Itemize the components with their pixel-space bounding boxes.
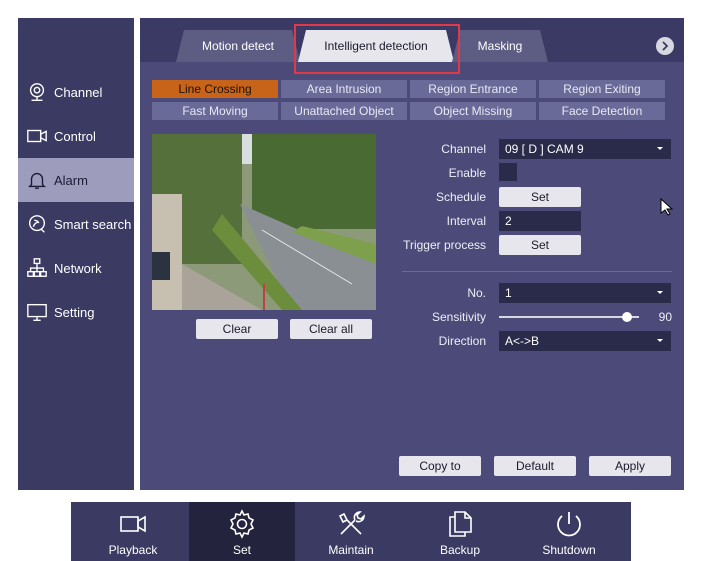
bell-icon [26,169,48,191]
next-tab-button[interactable] [656,37,674,55]
camera-preview[interactable] [152,134,376,310]
subtab-area-intrusion[interactable]: Area Intrusion [281,80,407,98]
dock-item-label: Set [232,543,251,557]
mouse-cursor-icon [660,198,674,216]
schedule-set-button[interactable]: Set [499,187,581,207]
caret-down-icon [657,339,663,342]
direction-label: Direction [438,334,486,348]
direction-select[interactable]: A<->B [499,331,671,351]
caret-down-icon [657,147,663,150]
sidebar-item-control[interactable]: Control [18,114,134,158]
gear-icon [226,508,258,540]
settings-panel: Motion detect Intelligent detection Mask… [140,18,684,490]
subtab-fast-moving[interactable]: Fast Moving [152,102,278,120]
sidebar-item-label: Smart search [54,216,132,232]
enable-label: Enable [448,166,486,180]
tab-motion-detect[interactable]: Motion detect [176,30,300,62]
tools-icon [335,508,367,540]
clear-all-button[interactable]: Clear all [290,319,372,339]
sensitivity-slider-thumb[interactable] [622,312,632,322]
sensitivity-slider-track[interactable] [499,316,639,318]
trigger-process-label: Trigger process [403,238,486,252]
dock-item-set[interactable]: Set [189,502,295,561]
sidebar-item-setting[interactable]: Setting [18,290,134,334]
sidebar-item-channel[interactable]: Channel [18,70,134,114]
channel-label: Channel [441,142,486,156]
dock-item-label: Backup [439,543,481,557]
subtab-region-exiting[interactable]: Region Exiting [539,80,665,98]
dock-item-label: Shutdown [542,543,596,557]
subtab-region-entrance[interactable]: Region Entrance [410,80,536,98]
tab-masking[interactable]: Masking [452,30,548,62]
copy-icon [444,508,476,540]
power-icon [553,508,585,540]
bottom-dock: Playback Set Maintain Backup Shutdown [71,502,631,561]
channel-select[interactable]: 09 [ D ] CAM 9 [499,139,671,159]
clear-button[interactable]: Clear [196,319,278,339]
dock-item-backup[interactable]: Backup [407,502,513,561]
sidebar-item-label: Alarm [54,172,88,188]
caret-down-icon [657,291,663,294]
monitor-icon [26,301,48,323]
tab-intelligent-detection[interactable]: Intelligent detection [298,30,454,62]
camera-icon [26,81,48,103]
sidebar-item-label: Setting [54,304,95,320]
sidebar: Channel Control Alarm Smart search Netwo… [18,18,134,490]
enable-checkbox[interactable] [499,163,517,181]
network-icon [26,257,48,279]
sensitivity-label: Sensitivity [431,310,486,324]
dock-item-playback[interactable]: Playback [80,502,186,561]
channel-value: 09 [ D ] CAM 9 [505,142,584,156]
schedule-label: Schedule [435,190,486,204]
sidebar-item-smart-search[interactable]: Smart search [18,202,134,246]
dvr-settings-window: Channel Control Alarm Smart search Netwo… [0,0,702,561]
camera-scene-image [152,134,376,310]
playback-icon [117,508,149,540]
subtab-line-crossing[interactable]: Line Crossing [152,80,278,98]
apply-button[interactable]: Apply [589,456,671,476]
section-divider [402,271,672,272]
tab-bar: Motion detect Intelligent detection Mask… [140,18,684,62]
dock-item-maintain[interactable]: Maintain [298,502,404,561]
sidebar-item-label: Channel [54,84,103,100]
direction-value: A<->B [505,334,540,348]
interval-input[interactable]: 2 [499,211,581,231]
dock-item-label: Maintain [328,543,374,557]
chevron-right-icon [662,41,669,51]
sidebar-item-alarm[interactable]: Alarm [18,158,134,202]
default-button[interactable]: Default [494,456,576,476]
video-icon [26,125,48,147]
no-select[interactable]: 1 [499,283,671,303]
sidebar-item-network[interactable]: Network [18,246,134,290]
no-label: No. [467,286,486,300]
interval-value: 2 [505,214,512,228]
dock-item-label: Playback [108,543,158,557]
no-value: 1 [505,286,512,300]
interval-label: Interval [446,214,486,228]
subtab-object-missing[interactable]: Object Missing [410,102,536,120]
copy-to-button[interactable]: Copy to [399,456,481,476]
smart-search-icon [26,213,48,235]
sidebar-item-label: Network [54,260,102,276]
subtab-face-detection[interactable]: Face Detection [539,102,665,120]
sidebar-item-label: Control [54,128,96,144]
dock-item-shutdown[interactable]: Shutdown [516,502,622,561]
trigger-process-set-button[interactable]: Set [499,235,581,255]
sensitivity-value: 90 [658,310,672,324]
subtab-unattached-object[interactable]: Unattached Object [281,102,407,120]
